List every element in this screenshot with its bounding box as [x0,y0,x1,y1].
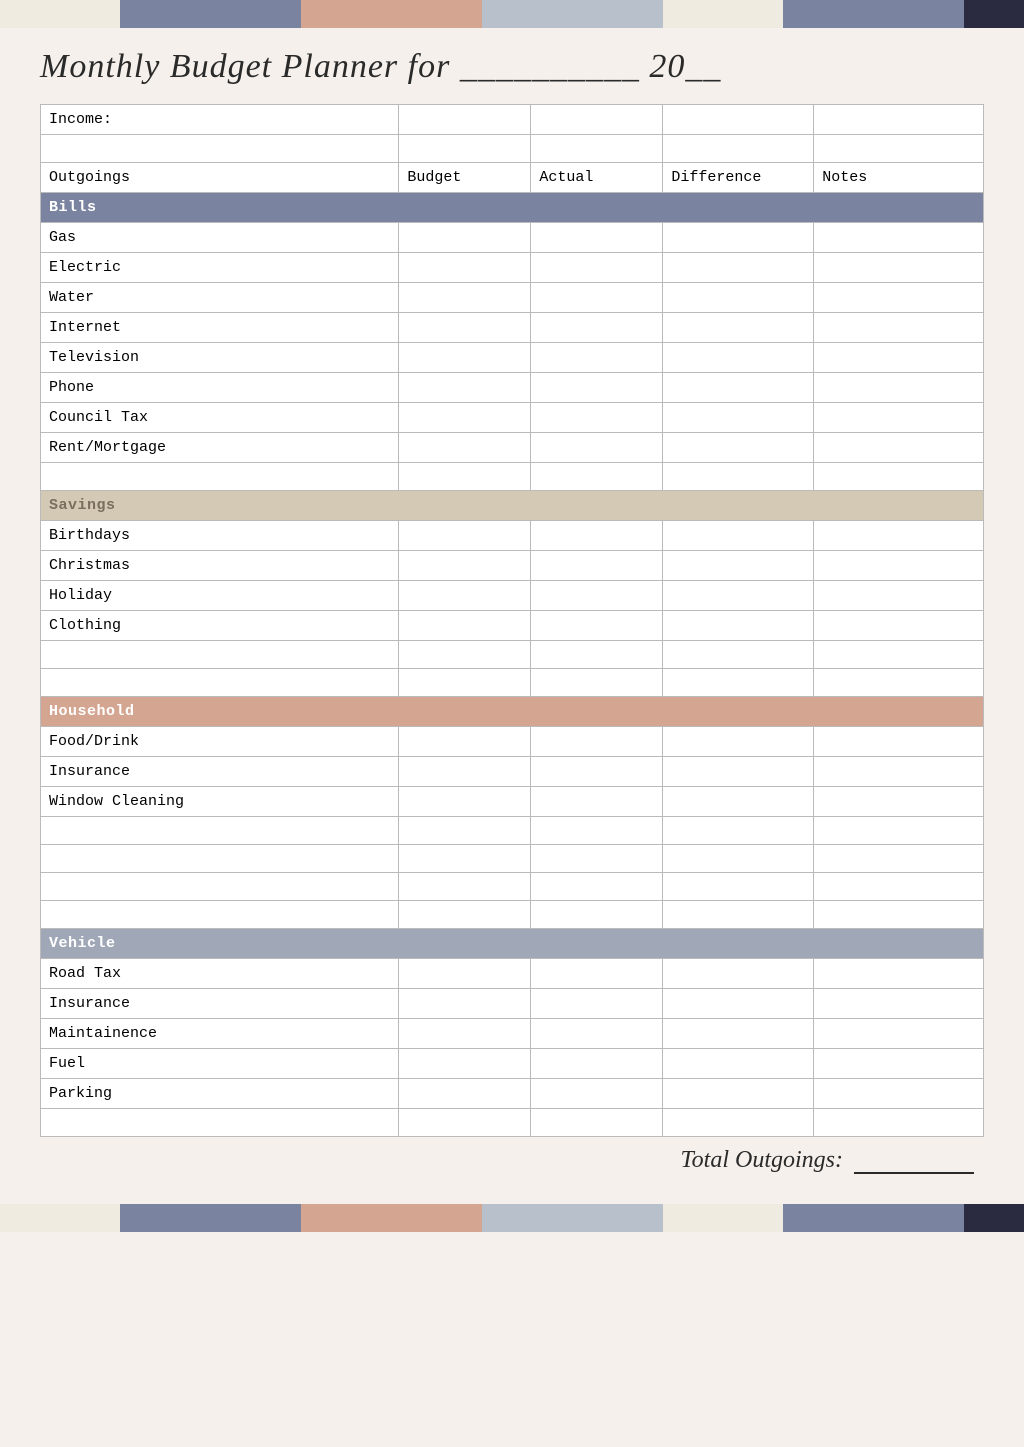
item-christmas: Christmas [41,551,399,581]
empty-row-savings-2 [41,669,984,697]
income-notes[interactable] [814,105,984,135]
bar-seg-6 [783,0,964,28]
bot-bar-seg-6 [783,1204,964,1232]
table-row: Insurance [41,757,984,787]
household-header: Household [41,697,984,727]
item-parking: Parking [41,1079,399,1109]
table-row: Road Tax [41,959,984,989]
item-clothing: Clothing [41,611,399,641]
bot-bar-seg-5 [663,1204,783,1232]
table-row: Holiday [41,581,984,611]
income-difference[interactable] [663,105,814,135]
item-television: Television [41,343,399,373]
table-row: Christmas [41,551,984,581]
table-row: Phone [41,373,984,403]
table-row: Television [41,343,984,373]
total-label: Total Outgoings: [681,1147,843,1173]
bar-seg-4 [482,0,663,28]
bar-seg-3 [301,0,482,28]
vehicle-header-row: Vehicle [41,929,984,959]
item-phone: Phone [41,373,399,403]
col-header-notes: Notes [814,163,984,193]
table-row: Council Tax [41,403,984,433]
total-outgoings: Total Outgoings: [40,1137,984,1184]
item-window-cleaning: Window Cleaning [41,787,399,817]
empty-row-household-1 [41,817,984,845]
col-header-difference: Difference [663,163,814,193]
table-row: Fuel [41,1049,984,1079]
income-budget[interactable] [399,105,531,135]
bar-seg-5 [663,0,783,28]
bot-bar-seg-4 [482,1204,663,1232]
item-road-tax: Road Tax [41,959,399,989]
item-food-drink: Food/Drink [41,727,399,757]
gas-notes[interactable] [814,223,984,253]
bot-bar-seg-2 [120,1204,301,1232]
vehicle-header: Vehicle [41,929,984,959]
col-header-outgoings: Outgoings [41,163,399,193]
column-header-row: Outgoings Budget Actual Difference Notes [41,163,984,193]
empty-row-vehicle [41,1109,984,1137]
col-header-actual: Actual [531,163,663,193]
col-header-budget: Budget [399,163,531,193]
item-electric: Electric [41,253,399,283]
item-holiday: Holiday [41,581,399,611]
table-row: Water [41,283,984,313]
table-row: Birthdays [41,521,984,551]
savings-header-row: Savings [41,491,984,521]
page-title: Monthly Budget Planner for __________ 20… [40,48,984,86]
income-label: Income: [41,105,399,135]
table-row: Food/Drink [41,727,984,757]
item-council-tax: Council Tax [41,403,399,433]
bar-seg-2 [120,0,301,28]
budget-table: Income: Outgoings Budget Actual Differen… [40,104,984,1137]
item-rent-mortgage: Rent/Mortgage [41,433,399,463]
empty-row-bills [41,463,984,491]
top-color-bar [0,0,1024,28]
item-water: Water [41,283,399,313]
table-row: Internet [41,313,984,343]
income-actual[interactable] [531,105,663,135]
gas-budget[interactable] [399,223,531,253]
item-birthdays: Birthdays [41,521,399,551]
table-row: Insurance [41,989,984,1019]
item-insurance-vehicle: Insurance [41,989,399,1019]
bills-header-row: Bills [41,193,984,223]
bot-bar-seg-3 [301,1204,482,1232]
bills-header: Bills [41,193,984,223]
empty-row-household-2 [41,845,984,873]
gas-diff[interactable] [663,223,814,253]
table-row: Gas [41,223,984,253]
empty-row-1 [41,135,984,163]
item-maintainence: Maintainence [41,1019,399,1049]
bar-seg-1 [0,0,120,28]
gas-actual[interactable] [531,223,663,253]
table-row: Rent/Mortgage [41,433,984,463]
item-insurance-household: Insurance [41,757,399,787]
household-header-row: Household [41,697,984,727]
bottom-color-bar [0,1204,1024,1232]
bot-bar-seg-7 [964,1204,1024,1232]
table-row: Electric [41,253,984,283]
table-row: Clothing [41,611,984,641]
item-internet: Internet [41,313,399,343]
savings-header: Savings [41,491,984,521]
table-row: Maintainence [41,1019,984,1049]
empty-row-household-4 [41,901,984,929]
empty-row-household-3 [41,873,984,901]
table-row: Parking [41,1079,984,1109]
bot-bar-seg-1 [0,1204,120,1232]
table-row: Window Cleaning [41,787,984,817]
item-gas: Gas [41,223,399,253]
bar-seg-7 [964,0,1024,28]
total-value-line [854,1172,974,1174]
income-row: Income: [41,105,984,135]
empty-row-savings-1 [41,641,984,669]
item-fuel: Fuel [41,1049,399,1079]
